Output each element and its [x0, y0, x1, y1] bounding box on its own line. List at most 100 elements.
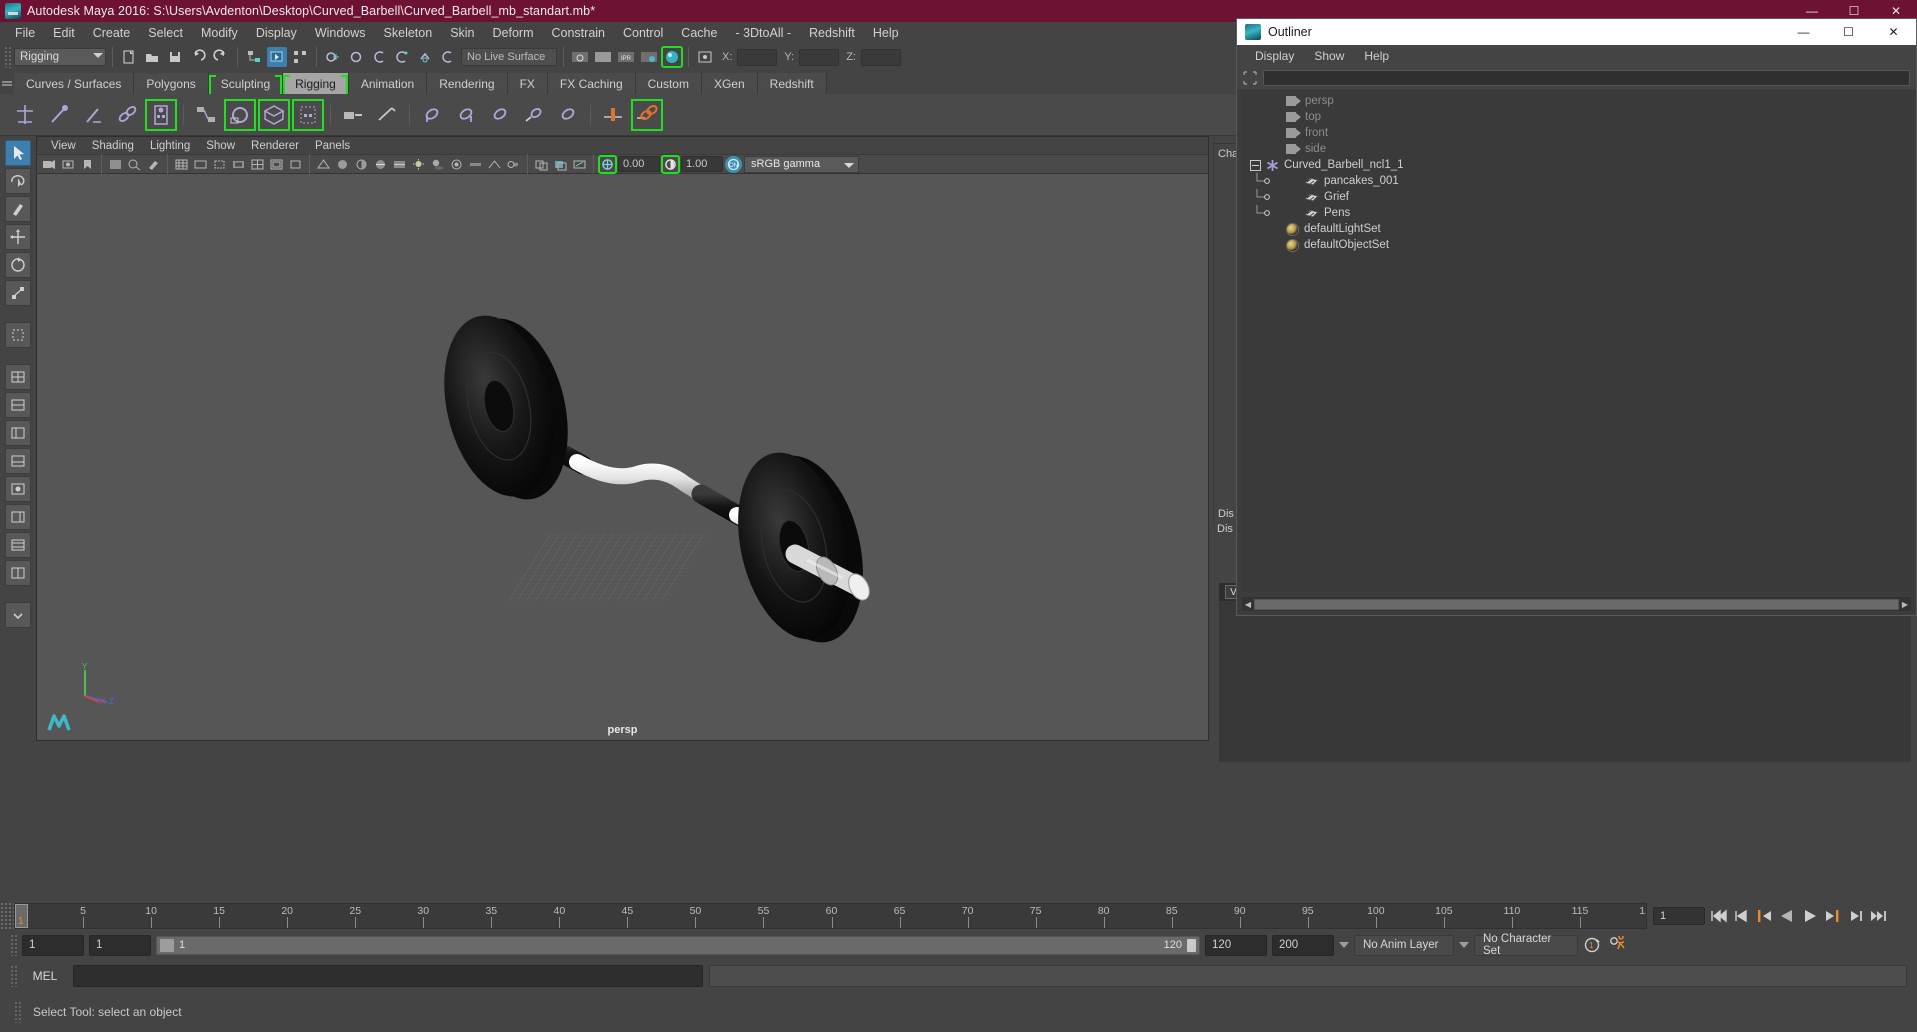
single-perspective-layout-icon[interactable] [5, 364, 31, 390]
menu-item-deform[interactable]: Deform [484, 24, 543, 42]
time-slider[interactable]: 1 5 10 15 20 25 30 35 40 45 50 55 60 65 70 75 80 85 90 95 1… [14, 903, 1647, 929]
menu-item-select[interactable]: Select [139, 24, 192, 42]
pole-vector-constraint-icon[interactable] [519, 100, 549, 130]
go-to-start-icon[interactable] [1708, 906, 1728, 926]
anim-layer-field[interactable]: No Anim Layer [1354, 934, 1454, 956]
color-profile-selector[interactable]: sRGB gamma [744, 155, 859, 173]
select-object-icon[interactable] [267, 47, 287, 67]
new-scene-icon[interactable] [119, 47, 139, 67]
viewport-menu-panels[interactable]: Panels [307, 139, 358, 153]
resolution-gate-icon[interactable] [211, 156, 228, 173]
shelf-tab-sculpting[interactable]: Sculpting [208, 73, 284, 96]
outliner-item-front[interactable]: front [1242, 125, 1911, 141]
step-forward-frame-icon[interactable] [1823, 906, 1843, 926]
wireframe-on-shaded-icon[interactable] [372, 156, 389, 173]
screen-space-ao-icon[interactable] [448, 156, 465, 173]
smooth-bind-icon[interactable] [112, 100, 142, 130]
snap-to-point-icon[interactable] [369, 47, 389, 67]
ipr-render-icon[interactable]: IPR [616, 47, 636, 67]
range-start-field[interactable]: 1 [89, 934, 151, 956]
animation-start-field[interactable]: 1 [22, 934, 84, 956]
outliner-horizontal-scrollbar[interactable]: ◀ ▶ [1242, 597, 1911, 611]
play-backwards-icon[interactable] [1777, 906, 1797, 926]
go-to-end-icon[interactable] [1869, 906, 1889, 926]
viewport-menu-renderer[interactable]: Renderer [243, 139, 307, 153]
snap-to-projected-icon[interactable] [392, 47, 412, 67]
xray-joints-icon[interactable] [571, 156, 588, 173]
menuset-selector[interactable]: Rigging [14, 48, 106, 66]
tangent-constraint-icon[interactable] [553, 100, 583, 130]
outliner-search-input[interactable] [1263, 70, 1910, 86]
play-forwards-icon[interactable] [1800, 906, 1820, 926]
outliner-item-defaultobjectset[interactable]: defaultObjectSet [1242, 237, 1911, 253]
bookmark-icon[interactable] [79, 156, 96, 173]
mirror-joint-icon[interactable] [598, 100, 628, 130]
outliner-item-side[interactable]: side [1242, 141, 1911, 157]
persp-outliner-layout-icon[interactable] [5, 504, 31, 530]
create-cluster-icon[interactable] [292, 98, 324, 131]
shelf-tab-curves-surfaces[interactable]: Curves / Surfaces [14, 73, 135, 94]
step-forward-key-icon[interactable] [1846, 906, 1866, 926]
outliner-menu-display[interactable]: Display [1245, 47, 1304, 65]
snap-to-grid-icon[interactable] [323, 47, 343, 67]
gamma-field[interactable]: 1.00 [681, 156, 723, 172]
aim-constraint-icon[interactable] [417, 100, 447, 130]
create-joint-icon[interactable] [10, 100, 40, 130]
range-handle-right[interactable] [1186, 937, 1197, 953]
viewport-menu-view[interactable]: View [43, 139, 84, 153]
menu-item-modify[interactable]: Modify [192, 24, 247, 42]
create-ik-spline-icon[interactable] [78, 100, 108, 130]
connect-joint-icon[interactable] [631, 98, 663, 131]
create-ik-handle-icon[interactable] [44, 100, 74, 130]
menu-item-skeleton[interactable]: Skeleton [375, 24, 442, 42]
hypershade-layout-icon[interactable] [5, 476, 31, 502]
command-line-grip[interactable] [10, 965, 17, 987]
animation-end-field[interactable]: 200 [1272, 934, 1334, 956]
isolate-select-icon[interactable] [533, 156, 550, 173]
menu-item-3dtoall[interactable]: - 3DtoAll - [726, 24, 800, 42]
coord-z-field[interactable] [860, 48, 901, 66]
live-surface-field[interactable]: No Live Surface [461, 48, 557, 66]
menu-item-create[interactable]: Create [84, 24, 140, 42]
select-component-icon[interactable] [290, 47, 310, 67]
depth-of-field-icon[interactable] [505, 156, 522, 173]
timeline-grip[interactable] [0, 902, 14, 930]
more-layouts-icon[interactable] [5, 602, 31, 628]
outliner-minimize-button[interactable]: — [1781, 19, 1826, 45]
viewport-menu-lighting[interactable]: Lighting [142, 139, 198, 153]
shelf-tab-custom[interactable]: Custom [635, 73, 702, 94]
step-back-frame-icon[interactable] [1754, 906, 1774, 926]
snap-to-view-plane-icon[interactable] [415, 47, 435, 67]
two-d-pan-zoom-icon[interactable] [126, 156, 143, 173]
viewport-menu-shading[interactable]: Shading [84, 139, 142, 153]
display-tab-label[interactable]: Dis [1218, 508, 1234, 520]
menu-item-windows[interactable]: Windows [306, 24, 375, 42]
four-view-layout-icon[interactable] [5, 392, 31, 418]
outliner-persp-layout-icon[interactable] [5, 420, 31, 446]
smooth-shade-all-icon[interactable] [334, 156, 351, 173]
persp-graph-layout-icon[interactable] [5, 448, 31, 474]
menu-item-cache[interactable]: Cache [672, 24, 726, 42]
select-tool-icon[interactable] [5, 140, 31, 166]
camera-attributes-icon[interactable] [60, 156, 77, 173]
gamma-icon[interactable] [661, 154, 680, 174]
render-settings-icon[interactable] [639, 47, 659, 67]
outliner-item-pancakes-001[interactable]: pancakes_001 [1242, 173, 1911, 189]
menu-item-help[interactable]: Help [864, 24, 908, 42]
anim-layer-chevron-down-icon[interactable] [1339, 942, 1349, 948]
range-slider-bar[interactable]: 1 120 [156, 935, 1200, 955]
viewport-canvas[interactable]: Y X Z persp [37, 174, 1208, 740]
use-all-lights-icon[interactable] [410, 156, 427, 173]
lasso-tool-icon[interactable] [5, 168, 31, 194]
menu-item-display[interactable]: Display [247, 24, 306, 42]
hypershade-icon[interactable] [661, 46, 683, 68]
exposure-icon[interactable] [598, 154, 617, 174]
auto-key-icon[interactable]: 1 [1583, 935, 1603, 955]
scale-tool-icon[interactable] [5, 280, 31, 306]
menu-item-constrain[interactable]: Constrain [543, 24, 615, 42]
outliner-menu-show[interactable]: Show [1304, 47, 1354, 65]
field-chart-icon[interactable] [249, 156, 266, 173]
shelf-tab-rigging[interactable]: Rigging [283, 73, 349, 96]
outliner-menu-help[interactable]: Help [1354, 47, 1399, 65]
scale-constraint-icon[interactable] [485, 100, 515, 130]
